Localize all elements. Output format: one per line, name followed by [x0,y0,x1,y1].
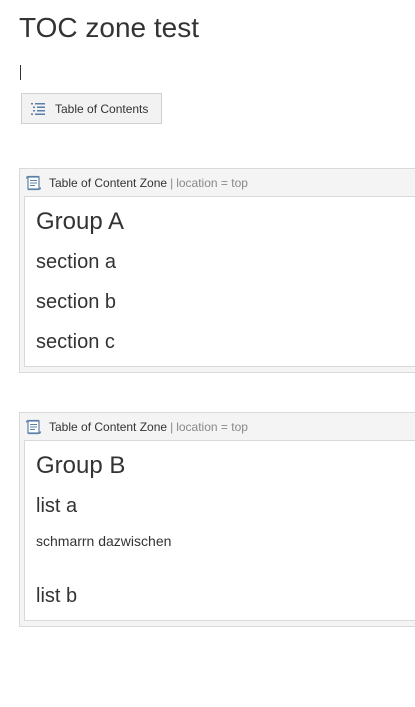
body-text: schmarrn dazwischen [36,533,172,549]
scroll-icon [25,419,42,435]
toc-zone-title: Table of Content Zone [49,419,168,434]
toc-zone-b[interactable]: Table of Content Zone | location = top G… [19,412,415,627]
toc-zone-a[interactable]: Table of Content Zone | location = top G… [19,168,415,373]
section-heading: list b [36,585,78,607]
text-cursor[interactable] [20,65,21,80]
toc-zone-separator: | [170,175,174,190]
toc-zone-location: location = top [176,175,248,190]
list-icon [30,102,46,116]
section-heading: section b [36,291,117,313]
section-heading: section a [36,251,117,273]
table-of-contents-button[interactable]: Table of Contents [21,93,162,124]
page-title: TOC zone test [19,12,200,43]
toc-zone-content[interactable]: Group A section a section b section c [24,196,415,367]
toc-zone-location: location = top [176,419,248,434]
scroll-icon [25,175,42,191]
group-heading: Group B [36,452,126,479]
editor-page: TOC zone test Table of Contents Table of… [0,0,415,707]
section-heading: list a [36,495,78,517]
group-heading: Group A [36,208,125,235]
toc-zone-title: Table of Content Zone [49,175,168,190]
table-of-contents-button-label: Table of Contents [55,101,149,116]
section-heading: section c [36,331,115,353]
toc-zone-header: Table of Content Zone | location = top [20,169,415,196]
toc-zone-header: Table of Content Zone | location = top [20,413,415,440]
toc-zone-content[interactable]: Group B list a schmarrn dazwischen list … [24,440,415,621]
toc-zone-separator: | [170,419,174,434]
